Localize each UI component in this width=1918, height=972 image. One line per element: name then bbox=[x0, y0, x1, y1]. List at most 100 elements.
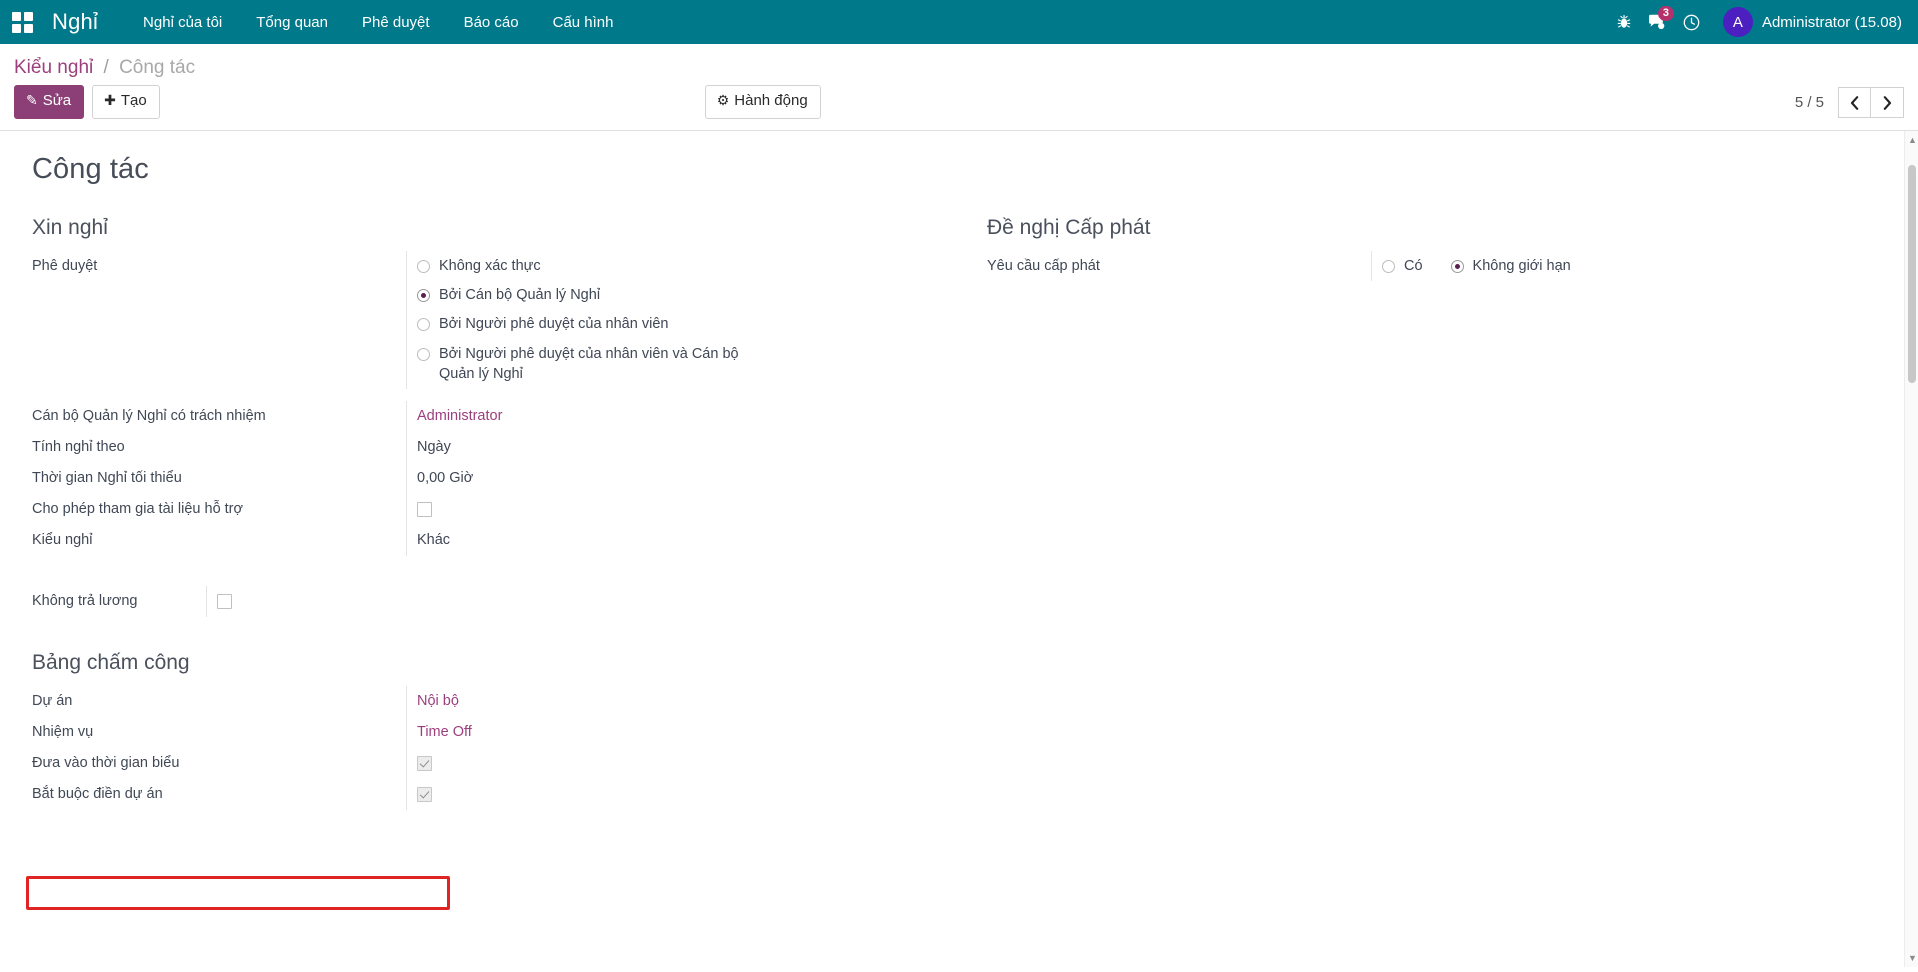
radio-label: Bởi Cán bộ Quản lý Nghỉ bbox=[439, 285, 600, 305]
field-row-project-required: Bắt buộc điền dự án bbox=[26, 779, 935, 810]
radio-label: Bởi Người phê duyệt của nhân viên bbox=[439, 314, 668, 334]
messages-icon[interactable]: 3 bbox=[1641, 0, 1675, 44]
avatar: A bbox=[1723, 7, 1753, 37]
bug-icon[interactable] bbox=[1607, 0, 1641, 44]
pager: 5 / 5 bbox=[1795, 87, 1904, 118]
field-value-responsible-officer[interactable]: Administrator bbox=[406, 401, 935, 432]
field-label-allow-supporting-document: Cho phép tham gia tài liệu hỗ trợ bbox=[26, 494, 406, 525]
field-row-minimum-time-off: Thời gian Nghỉ tối thiểu 0,00 Giờ bbox=[26, 463, 935, 494]
field-value-allow-supporting-document bbox=[406, 494, 935, 525]
top-navbar: Nghỉ Nghỉ của tôi Tổng quan Phê duyệt Bá… bbox=[0, 0, 1918, 44]
form-sheet-container: Công tác Xin nghỉ Phê duyệt Không xác th… bbox=[0, 131, 1918, 967]
action-button-label: Hành động bbox=[734, 92, 807, 109]
radio-label: Không giới hạn bbox=[1473, 256, 1571, 276]
field-row-allocation-requests: Yêu cầu cấp phát Có Không giới hạn bbox=[981, 251, 1868, 282]
vertical-scrollbar[interactable]: ▲ ▼ bbox=[1904, 131, 1918, 967]
field-row-kind-of-leave: Kiểu nghỉ Khác bbox=[26, 525, 935, 556]
field-label-project: Dự án bbox=[26, 686, 406, 717]
group-title-timesheet: Bảng chấm công bbox=[32, 651, 935, 675]
allocation-radio-group: Có Không giới hạn bbox=[1382, 256, 1868, 276]
group-title-leave-request: Xin nghỉ bbox=[32, 216, 935, 240]
action-button[interactable]: ⚙Hành động bbox=[705, 85, 821, 119]
create-button-label: Tạo bbox=[121, 92, 147, 109]
field-value-task[interactable]: Time Off bbox=[406, 717, 935, 748]
control-panel-buttons: ✎ Sửa ✚ Tạo ⚙Hành động 5 / 5 bbox=[0, 85, 1918, 130]
plus-icon: ✚ bbox=[104, 92, 116, 108]
field-row-task: Nhiệm vụ Time Off bbox=[26, 717, 935, 748]
user-name: Administrator (15.08) bbox=[1762, 14, 1902, 31]
menu-item-approvals[interactable]: Phê duyệt bbox=[345, 2, 447, 43]
main-menu: Nghỉ của tôi Tổng quan Phê duyệt Báo cáo… bbox=[126, 2, 630, 43]
field-label-take-time-off-in: Tính nghỉ theo bbox=[26, 432, 406, 463]
field-value-approval: Không xác thực Bởi Cán bộ Quản lý Nghỉ B… bbox=[406, 251, 935, 389]
field-label-kind-of-leave: Kiểu nghỉ bbox=[26, 525, 406, 556]
right-column: Đề nghị Cấp phát Yêu cầu cấp phát Có Khô… bbox=[959, 216, 1892, 811]
chevron-right-icon bbox=[1883, 96, 1892, 110]
chevron-left-icon bbox=[1850, 96, 1859, 110]
breadcrumb-parent[interactable]: Kiểu nghỉ bbox=[14, 57, 93, 78]
field-value-kind-of-leave[interactable]: Khác bbox=[406, 525, 935, 556]
scrollbar-thumb[interactable] bbox=[1908, 165, 1916, 383]
field-label-unpaid: Không trả lương bbox=[26, 586, 206, 617]
field-value-allocation-requests: Có Không giới hạn bbox=[1371, 251, 1868, 281]
edit-button[interactable]: ✎ Sửa bbox=[14, 85, 84, 119]
field-row-take-time-off-in: Tính nghỉ theo Ngày bbox=[26, 432, 935, 463]
checkbox-project-required[interactable] bbox=[417, 787, 432, 802]
field-label-allocation-requests: Yêu cầu cấp phát bbox=[981, 251, 1371, 282]
field-value-project[interactable]: Nội bộ bbox=[406, 686, 935, 717]
pager-previous-button[interactable] bbox=[1838, 87, 1871, 118]
field-label-responsible-officer: Cán bộ Quản lý Nghỉ có trách nhiệm bbox=[26, 401, 406, 432]
field-value-include-in-timesheet bbox=[406, 748, 935, 779]
gear-icon: ⚙ bbox=[717, 92, 730, 108]
checkbox-unpaid[interactable] bbox=[217, 594, 232, 609]
checkbox-include-in-timesheet[interactable] bbox=[417, 756, 432, 771]
breadcrumb: Kiểu nghỉ / Công tác bbox=[0, 44, 1918, 85]
edit-button-label: Sửa bbox=[43, 92, 71, 109]
radio-label: Bởi Người phê duyệt của nhân viên và Cán… bbox=[439, 344, 749, 385]
menu-item-configuration[interactable]: Cấu hình bbox=[536, 2, 631, 43]
radio-option-yes[interactable]: Có bbox=[1382, 256, 1423, 276]
create-button[interactable]: ✚ Tạo bbox=[92, 85, 160, 119]
radio-mark bbox=[1451, 260, 1464, 273]
app-brand[interactable]: Nghỉ bbox=[44, 9, 104, 35]
scroll-up-icon[interactable]: ▲ bbox=[1908, 135, 1917, 145]
control-panel: Kiểu nghỉ / Công tác ✎ Sửa ✚ Tạo ⚙Hành độn… bbox=[0, 44, 1918, 131]
scroll-down-icon[interactable]: ▼ bbox=[1908, 953, 1917, 963]
field-label-approval: Phê duyệt bbox=[26, 251, 406, 282]
radio-option-no-validation[interactable]: Không xác thực bbox=[417, 256, 935, 276]
pencil-icon: ✎ bbox=[26, 92, 38, 108]
radio-mark bbox=[417, 260, 430, 273]
field-label-task: Nhiệm vụ bbox=[26, 717, 406, 748]
field-value-take-time-off-in[interactable]: Ngày bbox=[406, 432, 935, 463]
field-label-minimum-time-off: Thời gian Nghỉ tối thiểu bbox=[26, 463, 406, 494]
group-title-allocation-request: Đề nghị Cấp phát bbox=[987, 216, 1868, 240]
pager-count: 5 / 5 bbox=[1795, 94, 1824, 111]
breadcrumb-separator: / bbox=[104, 57, 109, 78]
field-row-unpaid: Không trả lương bbox=[26, 586, 935, 617]
menu-item-overview[interactable]: Tổng quan bbox=[239, 2, 345, 43]
page-title: Công tác bbox=[32, 153, 1892, 186]
radio-mark bbox=[417, 348, 430, 361]
apps-grid-icon[interactable] bbox=[0, 0, 44, 44]
menu-item-reporting[interactable]: Báo cáo bbox=[447, 2, 536, 43]
field-row-project: Dự án Nội bộ bbox=[26, 686, 935, 717]
radio-option-no-limit[interactable]: Không giới hạn bbox=[1451, 256, 1571, 276]
field-value-unpaid bbox=[206, 586, 406, 617]
radio-option-by-employee-approver-and-officer[interactable]: Bởi Người phê duyệt của nhân viên và Cán… bbox=[417, 344, 935, 385]
radio-label: Không xác thực bbox=[439, 256, 541, 276]
radio-option-by-time-off-officer[interactable]: Bởi Cán bộ Quản lý Nghỉ bbox=[417, 285, 935, 305]
menu-item-my-time-off[interactable]: Nghỉ của tôi bbox=[126, 2, 239, 43]
radio-option-by-employee-approver[interactable]: Bởi Người phê duyệt của nhân viên bbox=[417, 314, 935, 334]
pager-next-button[interactable] bbox=[1871, 87, 1904, 118]
field-row-responsible-officer: Cán bộ Quản lý Nghỉ có trách nhiệm Admin… bbox=[26, 401, 935, 432]
clock-icon[interactable] bbox=[1675, 0, 1709, 44]
field-value-minimum-time-off[interactable]: 0,00 Giờ bbox=[406, 463, 935, 494]
user-menu[interactable]: A Administrator (15.08) bbox=[1723, 7, 1902, 37]
checkbox-allow-supporting-document[interactable] bbox=[417, 502, 432, 517]
messages-badge: 3 bbox=[1658, 6, 1674, 21]
radio-mark bbox=[417, 289, 430, 302]
left-column: Xin nghỉ Phê duyệt Không xác thực Bởi Cá… bbox=[26, 216, 959, 811]
field-row-approval: Phê duyệt Không xác thực Bởi Cán bộ Quản… bbox=[26, 251, 935, 389]
form-sheet: Công tác Xin nghỉ Phê duyệt Không xác th… bbox=[0, 131, 1918, 811]
field-row-allow-supporting-document: Cho phép tham gia tài liệu hỗ trợ bbox=[26, 494, 935, 525]
